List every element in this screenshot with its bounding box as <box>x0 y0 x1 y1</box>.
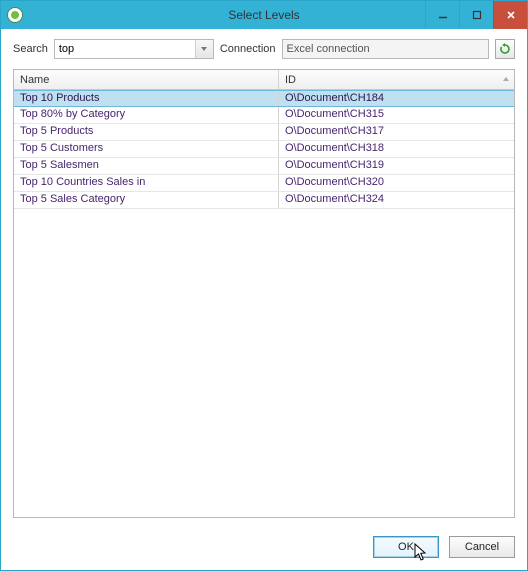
cell-name: Top 5 Salesmen <box>14 158 279 174</box>
close-button[interactable] <box>493 1 527 29</box>
cell-id: O\Document\CH319 <box>279 158 514 174</box>
search-field-wrap <box>54 39 214 59</box>
table-row[interactable]: Top 10 ProductsO\Document\CH184 <box>14 90 514 107</box>
table-row[interactable]: Top 10 Countries Sales inO\Document\CH32… <box>14 175 514 192</box>
refresh-button[interactable] <box>495 39 515 59</box>
cell-name: Top 5 Products <box>14 124 279 140</box>
search-dropdown-icon[interactable] <box>195 40 213 58</box>
cell-id: O\Document\CH184 <box>279 91 514 106</box>
cell-id: O\Document\CH315 <box>279 107 514 123</box>
search-input[interactable] <box>54 39 214 59</box>
toolbar: Search Connection <box>1 29 527 67</box>
button-bar: OK Cancel <box>1 526 527 570</box>
levels-grid: Name ID Top 10 ProductsO\Document\CH184T… <box>13 69 515 518</box>
cancel-button[interactable]: Cancel <box>449 536 515 558</box>
grid-body[interactable]: Top 10 ProductsO\Document\CH184Top 80% b… <box>14 90 514 517</box>
column-header-name[interactable]: Name <box>14 70 279 89</box>
cell-name: Top 5 Sales Category <box>14 192 279 208</box>
dialog-window: Select Levels Search Connection <box>0 0 528 571</box>
cell-name: Top 5 Customers <box>14 141 279 157</box>
window-controls <box>425 1 527 29</box>
cell-name: Top 10 Products <box>14 91 279 106</box>
table-row[interactable]: Top 5 SalesmenO\Document\CH319 <box>14 158 514 175</box>
table-row[interactable]: Top 80% by CategoryO\Document\CH315 <box>14 107 514 124</box>
table-row[interactable]: Top 5 ProductsO\Document\CH317 <box>14 124 514 141</box>
table-row[interactable]: Top 5 Sales CategoryO\Document\CH324 <box>14 192 514 209</box>
cell-id: O\Document\CH324 <box>279 192 514 208</box>
ok-button[interactable]: OK <box>373 536 439 558</box>
connection-label: Connection <box>220 43 276 55</box>
column-header-id[interactable]: ID <box>279 70 514 89</box>
grid-header: Name ID <box>14 70 514 90</box>
table-row[interactable]: Top 5 CustomersO\Document\CH318 <box>14 141 514 158</box>
search-label: Search <box>13 43 48 55</box>
cell-name: Top 10 Countries Sales in <box>14 175 279 191</box>
refresh-icon <box>499 43 511 55</box>
minimize-button[interactable] <box>425 1 459 29</box>
cell-name: Top 80% by Category <box>14 107 279 123</box>
app-icon <box>7 7 23 23</box>
sort-indicator-icon <box>502 74 510 86</box>
cell-id: O\Document\CH317 <box>279 124 514 140</box>
maximize-button[interactable] <box>459 1 493 29</box>
column-header-id-label: ID <box>285 74 296 86</box>
cell-id: O\Document\CH320 <box>279 175 514 191</box>
titlebar[interactable]: Select Levels <box>1 1 527 29</box>
connection-field[interactable] <box>282 39 489 59</box>
cell-id: O\Document\CH318 <box>279 141 514 157</box>
